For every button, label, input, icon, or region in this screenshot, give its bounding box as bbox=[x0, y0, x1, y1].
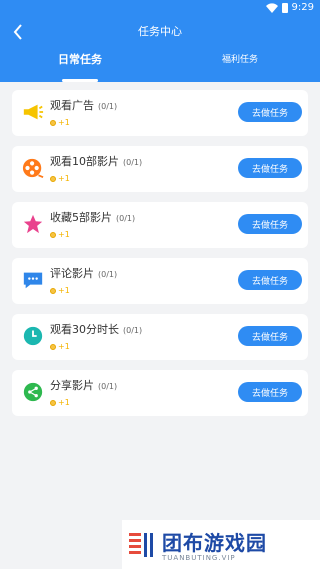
watermark: 团布游戏园 TUANBUTING.VIP bbox=[122, 520, 320, 569]
task-reward: +1 bbox=[50, 118, 70, 127]
do-task-button[interactable]: 去做任务 bbox=[238, 214, 302, 234]
star-icon bbox=[22, 213, 44, 235]
do-task-button[interactable]: 去做任务 bbox=[238, 382, 302, 402]
task-card-share: 分享影片 (0/1) +1 去做任务 bbox=[12, 370, 308, 416]
task-reward: +1 bbox=[50, 174, 70, 183]
task-reward: +1 bbox=[50, 230, 70, 239]
coin-icon bbox=[50, 231, 56, 238]
task-card-ad: 观看广告 (0/1) +1 去做任务 bbox=[12, 90, 308, 136]
do-task-button[interactable]: 去做任务 bbox=[238, 158, 302, 178]
status-icons: 9:29 bbox=[265, 2, 314, 13]
do-task-button[interactable]: 去做任务 bbox=[238, 326, 302, 346]
comment-icon bbox=[22, 269, 44, 291]
status-time: 9:29 bbox=[291, 2, 314, 13]
task-reward: +1 bbox=[50, 342, 70, 351]
task-title: 评论影片 (0/1) bbox=[50, 267, 118, 280]
coin-icon bbox=[50, 119, 56, 126]
brand-logo-icon bbox=[129, 532, 153, 557]
film-reel-icon bbox=[22, 157, 44, 179]
task-title: 收藏5部影片 (0/1) bbox=[50, 211, 136, 224]
tab-welfare[interactable]: 福利任务 bbox=[160, 50, 320, 82]
task-card-watch-movies: 观看10部影片 (0/1) +1 去做任务 bbox=[12, 146, 308, 192]
task-title: 观看广告 (0/1) bbox=[50, 99, 118, 112]
watermark-text: 团布游戏园 TUANBUTING.VIP bbox=[162, 527, 267, 562]
coin-icon bbox=[50, 343, 56, 350]
tab-daily[interactable]: 日常任务 bbox=[0, 50, 160, 82]
header: 9:29 任务中心 日常任务 福利任务 bbox=[0, 0, 320, 82]
title-bar: 任务中心 bbox=[0, 20, 320, 44]
coin-icon bbox=[50, 175, 56, 182]
task-title: 观看10部影片 (0/1) bbox=[50, 155, 143, 168]
do-task-button[interactable]: 去做任务 bbox=[238, 270, 302, 290]
task-card-comment: 评论影片 (0/1) +1 去做任务 bbox=[12, 258, 308, 304]
tab-bar: 日常任务 福利任务 bbox=[0, 50, 320, 82]
task-title: 观看30分时长 (0/1) bbox=[50, 323, 143, 336]
battery-icon bbox=[281, 2, 288, 13]
watermark-site: TUANBUTING.VIP bbox=[162, 554, 236, 562]
task-title: 分享影片 (0/1) bbox=[50, 379, 118, 392]
task-reward: +1 bbox=[50, 398, 70, 407]
task-list: 观看广告(0/1) +1 去做任务 观看10部影片(0/1) +1 去做任务 bbox=[12, 90, 308, 426]
wifi-icon bbox=[265, 2, 278, 13]
watermark-brand: 团布游戏园 bbox=[162, 531, 267, 555]
megaphone-icon bbox=[22, 101, 44, 123]
do-task-button[interactable]: 去做任务 bbox=[238, 102, 302, 122]
coin-icon bbox=[50, 399, 56, 406]
task-card-watch-time: 观看30分时长 (0/1) +1 去做任务 bbox=[12, 314, 308, 360]
task-reward: +1 bbox=[50, 286, 70, 295]
clock-icon bbox=[22, 325, 44, 347]
task-card-favorite: 收藏5部影片 (0/1) +1 去做任务 bbox=[12, 202, 308, 248]
share-icon bbox=[22, 381, 44, 403]
coin-icon bbox=[50, 287, 56, 294]
page-title: 任务中心 bbox=[138, 25, 182, 38]
status-bar: 9:29 bbox=[0, 0, 320, 16]
